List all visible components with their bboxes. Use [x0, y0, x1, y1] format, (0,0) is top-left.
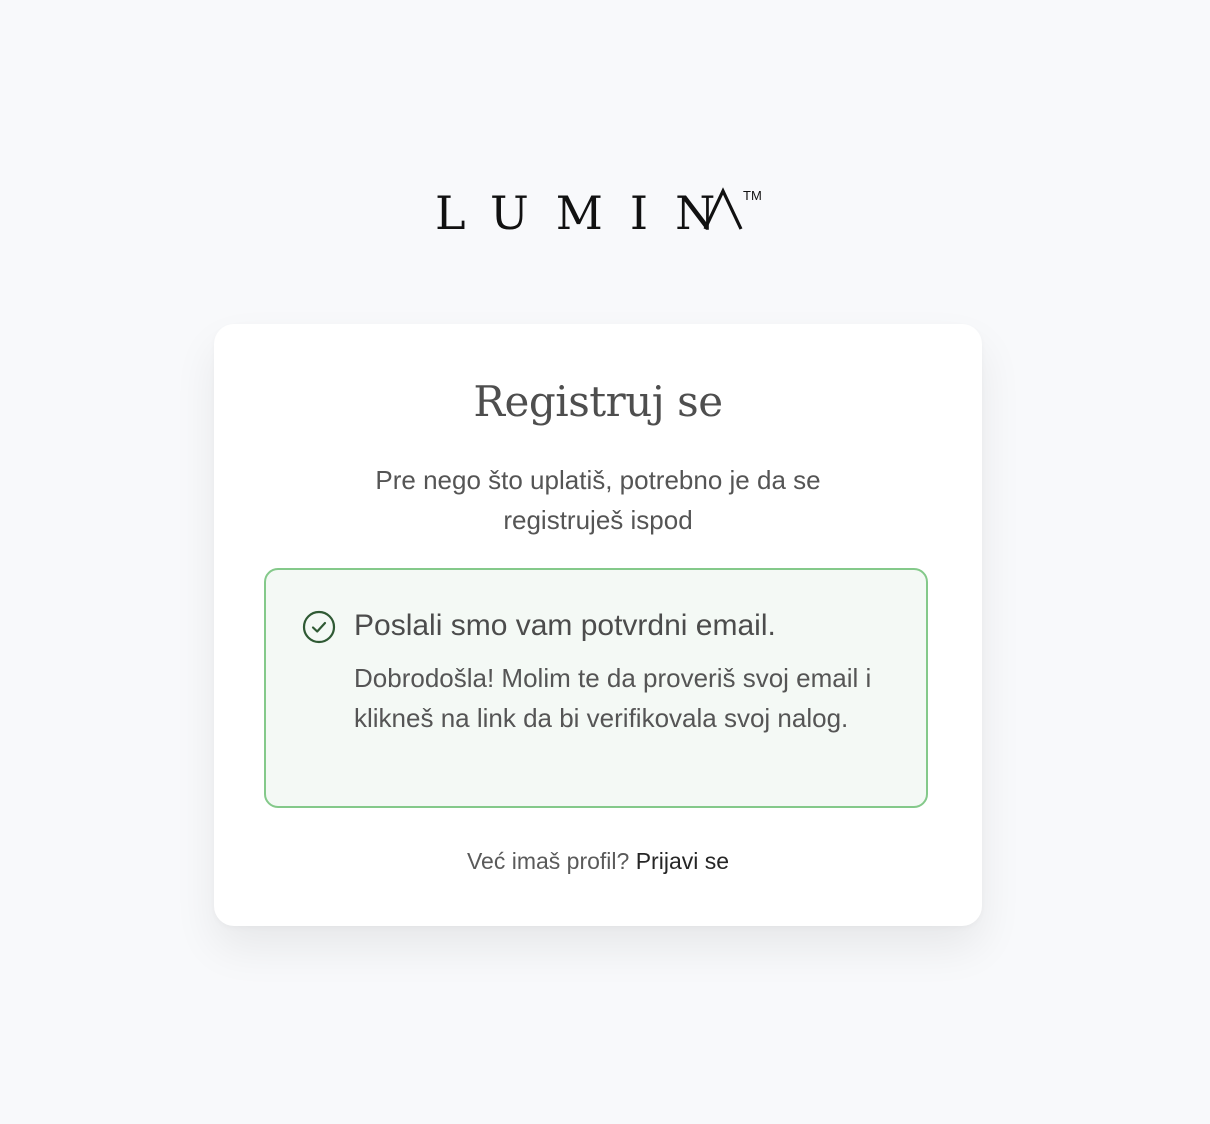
registration-card: Registruj se Pre nego što uplatiš, potre… — [214, 324, 982, 926]
login-prompt: Već imaš profil? Prijavi se — [214, 844, 982, 878]
lumina-logo-mark: LUMIN TM — [435, 186, 762, 240]
login-prompt-text: Već imaš profil? — [466, 848, 630, 874]
brand-wordmark: LUMIN — [435, 186, 742, 240]
check-circle-icon — [302, 610, 336, 644]
success-alert: Poslali smo vam potvrdni email. Dobrodoš… — [264, 568, 928, 808]
login-link[interactable]: Prijavi se — [636, 848, 729, 874]
brand-trademark: TM — [743, 188, 762, 203]
alert-title: Poslali smo vam potvrdni email. — [354, 609, 776, 642]
subtitle: Pre nego što uplatiš, potrebno je da se … — [375, 465, 821, 535]
page-title: Registruj se — [473, 377, 723, 426]
alert-message: Dobrodošla! Molim te da proveriš svoj em… — [354, 663, 872, 733]
brand-logo: LUMIN TM — [0, 180, 1210, 240]
